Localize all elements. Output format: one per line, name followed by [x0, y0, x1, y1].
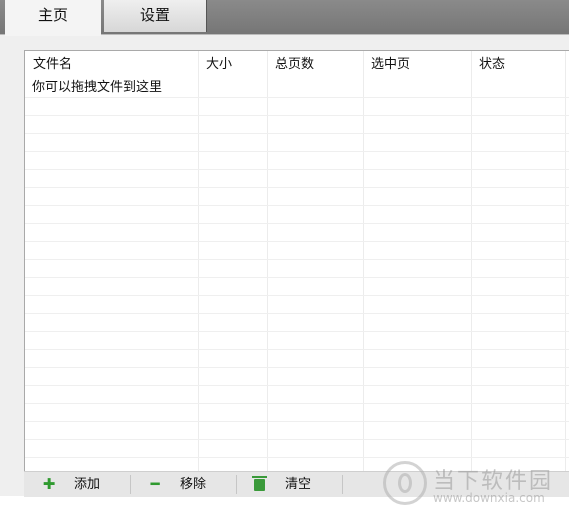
row-gridline [25, 277, 569, 278]
row-gridline [25, 241, 569, 242]
row-gridline [25, 295, 569, 296]
column-header-size[interactable]: 大小 [198, 51, 267, 79]
add-label: 添加 [74, 477, 101, 492]
clear-label: 清空 [285, 477, 312, 492]
row-gridline [25, 367, 569, 368]
row-gridline [25, 187, 569, 188]
main-panel: 文件名 大小 总页数 选中页 状态 你可以拖拽文件到这里 ✚ 添加 ━ 移除 清… [0, 34, 569, 505]
row-gridline [25, 223, 569, 224]
plus-icon: ✚ [42, 475, 56, 493]
row-gridline [25, 97, 569, 98]
tab-bar: 主页 设置 [0, 0, 569, 36]
tab-settings[interactable]: 设置 [104, 0, 207, 32]
add-button[interactable]: ✚ 添加 [38, 472, 100, 497]
watermark-url: www.downxia.com [433, 491, 545, 505]
row-gridline [25, 259, 569, 260]
row-gridline [25, 133, 569, 134]
column-header-selected-pages[interactable]: 选中页 [363, 51, 471, 79]
row-gridline [25, 421, 569, 422]
tab-home[interactable]: 主页 [5, 0, 101, 36]
column-header-total-pages[interactable]: 总页数 [267, 51, 363, 79]
row-gridline [25, 439, 569, 440]
remove-label: 移除 [180, 477, 207, 492]
site-watermark: 当下软件园 www.downxia.com [383, 461, 563, 509]
toolbar-separator [130, 475, 131, 494]
row-gridline [25, 313, 569, 314]
clear-button[interactable]: 清空 [250, 472, 311, 497]
trash-icon [252, 475, 267, 491]
row-gridline [25, 457, 569, 458]
column-header-status[interactable]: 状态 [471, 51, 565, 79]
row-gridlines [25, 79, 569, 472]
drop-hint: 你可以拖拽文件到这里 [32, 80, 163, 95]
row-gridline [25, 151, 569, 152]
toolbar-separator [236, 475, 237, 494]
minus-icon: ━ [150, 475, 160, 493]
row-gridline [25, 349, 569, 350]
column-header-filename[interactable]: 文件名 [25, 51, 198, 79]
file-list[interactable]: 文件名 大小 总页数 选中页 状态 你可以拖拽文件到这里 [24, 50, 569, 473]
row-gridline [25, 403, 569, 404]
row-gridline [25, 169, 569, 170]
row-gridline [25, 331, 569, 332]
row-gridline [25, 115, 569, 116]
toolbar-separator [342, 475, 343, 494]
remove-button[interactable]: ━ 移除 [144, 472, 206, 497]
watermark-logo-icon [383, 461, 427, 505]
row-gridline [25, 205, 569, 206]
list-header: 文件名 大小 总页数 选中页 状态 [25, 51, 569, 79]
row-gridline [25, 385, 569, 386]
